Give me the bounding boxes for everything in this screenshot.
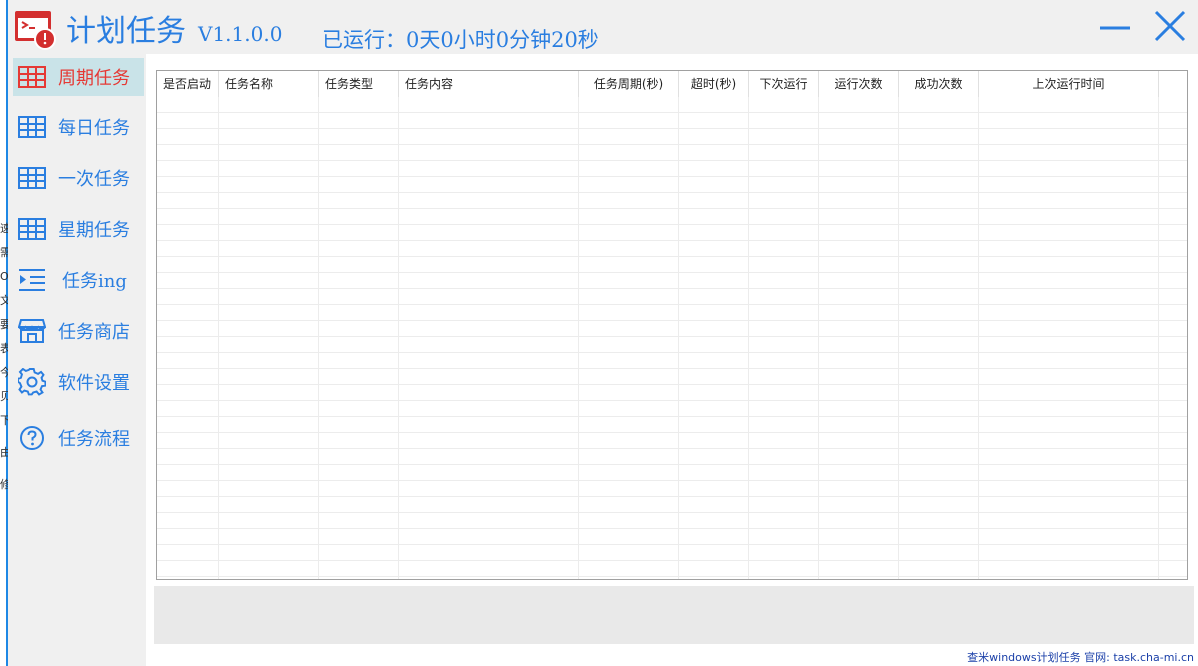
store-icon [18, 317, 46, 345]
column-divider [898, 97, 899, 579]
edge-char: 贝 [0, 390, 8, 403]
edge-char: 要 [0, 318, 8, 331]
minimize-icon [1100, 26, 1130, 30]
column-header-run-count[interactable]: 运行次数 [819, 71, 899, 97]
runtime-status: 已运行：0天0小时0分钟20秒 [322, 28, 599, 52]
sidebar-item-running-tasks[interactable]: 任务ing [13, 261, 144, 299]
edge-char: 下 [0, 414, 8, 427]
table-header: 是否启动 任务名称 任务类型 任务内容 任务周期(秒) 超时(秒) 下次运行 运… [157, 71, 1187, 97]
column-divider [748, 97, 749, 579]
sidebar-item-label: 周期任务 [58, 68, 130, 89]
column-divider [398, 97, 399, 579]
app-version: V1.1.0.0 [198, 22, 283, 46]
edge-char: 修 [0, 478, 8, 491]
table-grid-icon [18, 164, 46, 192]
close-icon [1154, 10, 1186, 42]
table-grid-icon [18, 63, 46, 91]
column-header-last-run-time[interactable]: 上次运行时间 [979, 71, 1159, 97]
sidebar-item-once-tasks[interactable]: 一次任务 [13, 159, 144, 197]
list-indent-icon [18, 266, 46, 294]
sidebar-item-software-settings[interactable]: 软件设置 [13, 363, 144, 401]
column-header-task-period[interactable]: 任务周期(秒) [579, 71, 679, 97]
sidebar-item-label: 任务流程 [58, 429, 130, 450]
edge-char: 需 [0, 246, 8, 259]
column-header-task-content[interactable]: 任务内容 [399, 71, 579, 97]
sidebar-item-label: 一次任务 [58, 169, 130, 190]
app-title: 计划任务 [66, 14, 186, 49]
column-divider [218, 97, 219, 579]
column-header-enabled[interactable]: 是否启动 [157, 71, 219, 97]
column-divider [818, 97, 819, 579]
edge-char: 由 [0, 446, 8, 459]
gear-icon [18, 368, 46, 396]
edge-char: 表 [0, 342, 8, 355]
column-divider [578, 97, 579, 579]
table-grid-icon [18, 215, 46, 243]
column-header-task-type[interactable]: 任务类型 [319, 71, 399, 97]
task-table[interactable]: 是否启动 任务名称 任务类型 任务内容 任务周期(秒) 超时(秒) 下次运行 运… [156, 70, 1188, 580]
title-bar: 计划任务 V1.1.0.0 已运行：0天0小时0分钟20秒 [8, 0, 1198, 54]
column-divider [318, 97, 319, 579]
sidebar: 周期任务 每日任务 一次任务 星期任务 任务ing 任务商店 软件设置 任务流程 [8, 54, 146, 666]
column-header-success-count[interactable]: 成功次数 [899, 71, 979, 97]
sidebar-item-label: 每日任务 [58, 118, 130, 139]
status-panel [154, 586, 1194, 644]
sidebar-item-label: 任务ing [62, 271, 127, 292]
table-body [157, 97, 1187, 579]
edge-char: 文 [0, 294, 8, 307]
close-button[interactable] [1148, 6, 1192, 46]
sidebar-item-label: 星期任务 [58, 220, 130, 241]
column-header-task-name[interactable]: 任务名称 [219, 71, 319, 97]
footer-website-link[interactable]: 查米windows计划任务 官网: task.cha-mi.cn [967, 649, 1194, 665]
column-divider [678, 97, 679, 579]
sidebar-item-label: 任务商店 [58, 322, 130, 343]
sidebar-item-task-store[interactable]: 任务商店 [13, 312, 144, 350]
column-divider [978, 97, 979, 579]
background-window-edge: 速 需 O 文 要 表 今 贝 下 由 修 [0, 0, 8, 666]
sidebar-item-label: 软件设置 [58, 373, 130, 394]
edge-char: 今 [0, 366, 8, 379]
sidebar-item-weekly-tasks[interactable]: 星期任务 [13, 210, 144, 248]
main-panel: 是否启动 任务名称 任务类型 任务内容 任务周期(秒) 超时(秒) 下次运行 运… [146, 54, 1198, 666]
sidebar-item-periodic-tasks[interactable]: 周期任务 [13, 58, 144, 96]
column-header-next-run[interactable]: 下次运行 [749, 71, 819, 97]
table-grid-icon [18, 113, 46, 141]
column-divider [1158, 97, 1159, 579]
help-circle-icon [18, 424, 46, 452]
edge-char: 速 [0, 222, 8, 235]
column-header-timeout[interactable]: 超时(秒) [679, 71, 749, 97]
sidebar-item-daily-tasks[interactable]: 每日任务 [13, 108, 144, 146]
app-terminal-clock-icon [14, 10, 56, 50]
sidebar-item-task-flow[interactable]: 任务流程 [13, 419, 144, 457]
edge-char: O [0, 270, 8, 283]
minimize-button[interactable] [1092, 6, 1136, 46]
